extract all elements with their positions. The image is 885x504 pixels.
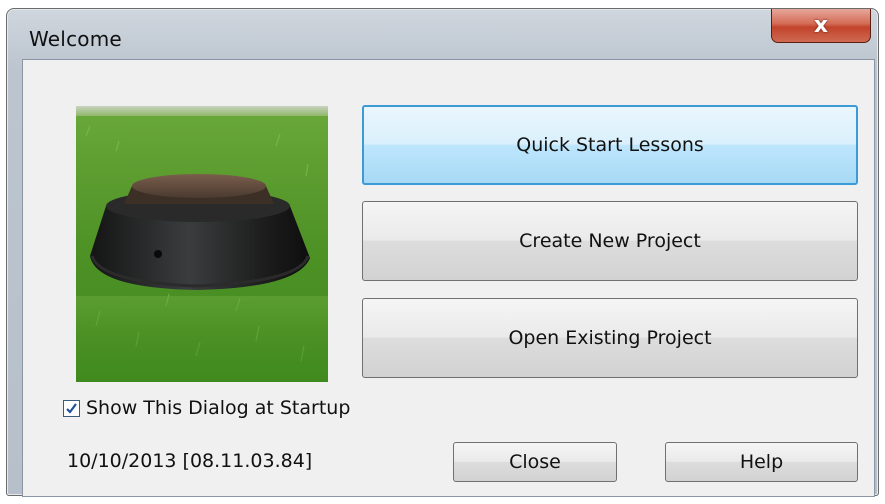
create-new-project-button[interactable]: Create New Project [362,201,858,281]
startup-checkbox-row[interactable]: Show This Dialog at Startup [63,397,350,419]
close-button[interactable]: Close [453,442,617,482]
dialog-title: Welcome [29,27,122,51]
version-text: 10/10/2013 [08.11.03.84] [67,450,313,472]
welcome-dialog: Welcome x Quick Start Lessons Create New… [6,8,879,497]
check-mark-icon [66,402,77,414]
welcome-image [76,106,328,382]
show-at-startup-checkbox[interactable] [63,399,80,417]
dialog-body: Quick Start Lessons Create New Project O… [22,59,875,497]
help-button[interactable]: Help [665,442,858,482]
open-existing-project-button[interactable]: Open Existing Project [362,298,858,378]
grass-photo-icon [76,106,328,382]
quick-start-lessons-button[interactable]: Quick Start Lessons [362,105,858,185]
close-icon[interactable]: x [771,9,871,43]
show-at-startup-label: Show This Dialog at Startup [86,397,351,419]
